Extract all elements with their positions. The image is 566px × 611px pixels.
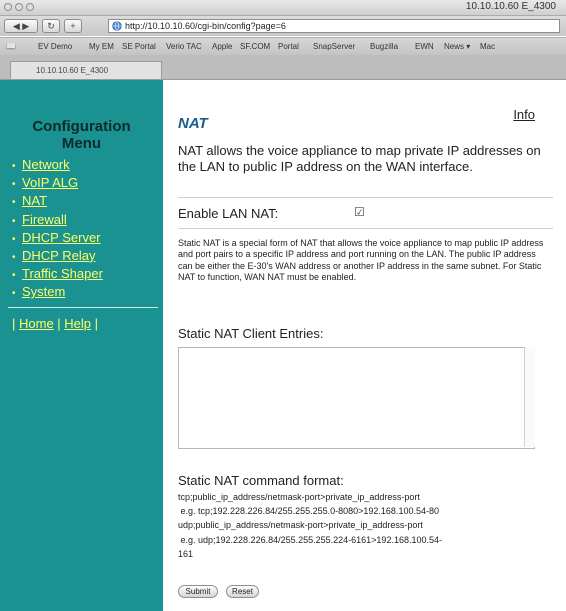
zoom-window-icon[interactable] xyxy=(26,3,34,11)
menu-item-nat: • NAT xyxy=(12,192,103,210)
sidebar-divider xyxy=(8,307,158,308)
config-sidebar: Configuration Menu • Network • VoIP ALG • N… xyxy=(0,80,163,611)
static-nat-entries-textarea[interactable] xyxy=(178,347,535,449)
bookmark-item[interactable]: News ▾ xyxy=(444,42,470,51)
bookmark-item[interactable]: My EM xyxy=(89,42,114,51)
format-line: tcp;public_ip_address/netmask-port>priva… xyxy=(178,492,420,502)
bookmark-item[interactable]: Bugzilla xyxy=(370,42,398,51)
bookmark-item[interactable]: Mac xyxy=(480,42,495,51)
reload-button[interactable]: ↻ xyxy=(42,19,60,33)
format-lines: tcp;public_ip_address/netmask-port>priva… xyxy=(178,490,558,561)
menu-item-dhcp-relay: • DHCP Relay xyxy=(12,247,103,265)
bookmarks-book-icon[interactable]: 📖 xyxy=(6,42,16,51)
format-title: Static NAT command format: xyxy=(178,473,344,488)
checkmark-icon: ☑ xyxy=(354,205,365,219)
format-line: 161 xyxy=(178,548,194,559)
menu-title: Configuration Menu xyxy=(32,118,131,152)
tab-current[interactable]: 10.10.10.60 E_4300 xyxy=(10,61,162,79)
menu-link-traffic-shaper[interactable]: Traffic Shaper xyxy=(22,266,103,281)
bookmarks-bar: 📖 EV Demo My EM SE Portal Verio TAC Appl… xyxy=(0,37,566,55)
reset-button[interactable]: Reset xyxy=(226,585,259,598)
menu-link-voip-alg[interactable]: VoIP ALG xyxy=(22,175,78,190)
divider xyxy=(178,228,553,229)
window-titlebar: 10.10.10.60 E_4300 xyxy=(0,0,566,16)
submit-button[interactable]: Submit xyxy=(178,585,218,598)
format-line: e.g. tcp;192.228.226.84/255.255.255.0-80… xyxy=(178,506,439,517)
menu-item-traffic-shaper: • Traffic Shaper xyxy=(12,265,103,283)
close-window-icon[interactable] xyxy=(4,3,12,11)
add-bookmark-button[interactable]: + xyxy=(64,19,82,33)
menu-item-dhcp-server: • DHCP Server xyxy=(12,229,103,247)
bookmark-item[interactable]: Apple xyxy=(212,42,232,51)
menu-item-system: • System xyxy=(12,283,103,301)
bookmark-item[interactable]: SE Portal xyxy=(122,42,156,51)
window-title: 10.10.10.60 E_4300 xyxy=(465,1,556,12)
format-line: e.g. udp;192.228.226.84/255.255.255.224-… xyxy=(178,534,443,545)
enable-lan-nat-checkbox[interactable]: ☑ xyxy=(354,205,365,219)
tab-bar: 10.10.10.60 E_4300 xyxy=(0,55,566,80)
menu-link-dhcp-relay[interactable]: DHCP Relay xyxy=(22,248,95,263)
nat-intro-text: NAT allows the voice appliance to map pr… xyxy=(178,143,541,174)
format-line: udp;public_ip_address/netmask-port>priva… xyxy=(178,520,423,531)
menu-link-nat[interactable]: NAT xyxy=(22,193,47,208)
reload-icon: ↻ xyxy=(47,21,55,31)
nat-content: Info NAT NAT allows the voice appliance … xyxy=(163,80,566,611)
bullet-icon: • xyxy=(12,288,16,300)
tab-label: 10.10.10.60 E_4300 xyxy=(36,66,109,75)
menu-link-dhcp-server[interactable]: DHCP Server xyxy=(22,230,101,245)
browser-toolbar: ◀ ▶ ↻ + http://10.10.10.60/cgi-bin/confi… xyxy=(0,16,566,36)
globe-icon xyxy=(112,21,122,31)
help-link[interactable]: Help xyxy=(64,316,91,331)
info-link[interactable]: Info xyxy=(513,107,535,122)
page-title: NAT xyxy=(178,115,208,132)
menu-item-firewall: • Firewall xyxy=(12,211,103,229)
menu-link-system[interactable]: System xyxy=(22,284,65,299)
plus-icon: + xyxy=(70,21,76,31)
enable-lan-nat-label: Enable LAN NAT: xyxy=(178,206,279,221)
bookmark-item[interactable]: SnapServer xyxy=(313,42,355,51)
bullet-icon: • xyxy=(12,197,16,209)
menu-item-network: • Network xyxy=(12,156,103,174)
menu-item-voip-alg: • VoIP ALG xyxy=(12,174,103,192)
home-link[interactable]: Home xyxy=(19,316,54,331)
minimize-window-icon[interactable] xyxy=(15,3,23,11)
menu-link-firewall[interactable]: Firewall xyxy=(22,212,67,227)
address-url: http://10.10.10.60/cgi-bin/config?page=6 xyxy=(125,21,286,31)
divider xyxy=(178,197,553,198)
menu-list: • Network • VoIP ALG • NAT • Firewall • DHCP … xyxy=(12,156,103,302)
address-bar[interactable]: http://10.10.10.60/cgi-bin/config?page=6 xyxy=(108,19,560,33)
bookmark-item[interactable]: Portal xyxy=(278,42,299,51)
home-help-links: | Home | Help | xyxy=(12,316,99,331)
bookmark-item[interactable]: SF.COM xyxy=(240,42,270,51)
bookmark-item[interactable]: Verio TAC xyxy=(166,42,202,51)
back-forward-button[interactable]: ◀ ▶ xyxy=(4,19,38,33)
back-forward-icon: ◀ ▶ xyxy=(12,21,30,31)
static-nat-description: Static NAT is a special form of NAT that… xyxy=(178,238,544,282)
static-nat-entries-label: Static NAT Client Entries: xyxy=(178,326,324,341)
bookmark-item[interactable]: EWN xyxy=(415,42,434,51)
menu-link-network[interactable]: Network xyxy=(22,157,70,172)
bookmark-item[interactable]: EV Demo xyxy=(38,42,72,51)
